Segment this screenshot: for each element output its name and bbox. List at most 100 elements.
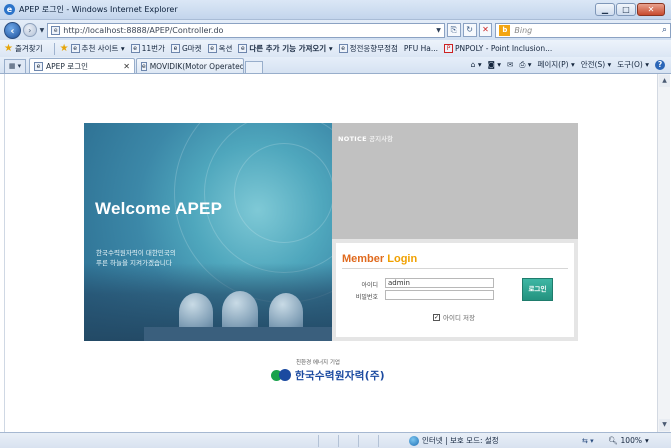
favorite-item-label: PFU Ha...	[403, 44, 439, 53]
login-title-member: Member	[342, 253, 385, 265]
zoom-control[interactable]: 🔍︎ 100% ▾	[608, 436, 649, 445]
page-icon: e	[238, 44, 248, 53]
search-icon[interactable]: ⌕	[662, 25, 670, 35]
notice-title-ko: 공지사항	[369, 135, 394, 143]
window-title: APEP 로그인 - Windows Internet Explorer	[19, 5, 178, 14]
favorites-star-icon: ★	[4, 43, 13, 54]
search-placeholder: Bing	[514, 25, 533, 35]
security-zone-label: 인터넷 | 보호 모드: 설정	[422, 436, 499, 445]
quick-tabs-button[interactable]: ▦ ▾	[4, 59, 26, 73]
favorite-item-gmarket[interactable]: e G마켓	[170, 43, 202, 54]
favorite-item-label: 옥션	[218, 44, 233, 53]
command-bar: ⌂ ▾ ◙ ▾ ✉ ⎙ ▾ 페이지(P) ▾ 안전(S) ▾ 도구(O) ▾ ?	[471, 59, 665, 70]
password-input[interactable]	[385, 290, 494, 300]
address-field[interactable]: e http://localhost:8888/APEP/Controller.…	[47, 22, 445, 38]
hero-subtitle: 한국수력원자력이 대한민국의 푸른 하늘을 지켜가겠습니다	[96, 248, 206, 268]
search-input[interactable]: b Bing ⌕	[495, 22, 671, 38]
divider	[53, 42, 55, 55]
change-status-icon[interactable]: ⇆ ▾	[582, 437, 594, 445]
page-icon: e	[130, 44, 140, 53]
zoom-icon: 🔍︎	[608, 436, 618, 445]
favorite-item-label: 11번가	[141, 44, 165, 53]
page-favicon-icon: e	[51, 25, 61, 35]
save-id-option[interactable]: ✓ 아이디 저장	[433, 312, 475, 322]
notice-title-en: NOTICE	[338, 135, 367, 143]
tab-label: APEP 로그인	[46, 61, 88, 71]
favorite-item-pfu[interactable]: PFU Ha...	[404, 44, 438, 53]
hero-subtitle-line: 푸른 하늘을 지켜가겠습니다	[96, 259, 172, 267]
internet-globe-icon	[409, 435, 419, 446]
tab-favicon-icon: e	[34, 61, 43, 71]
password-label: 비밀번호	[355, 294, 378, 301]
window-titlebar: e APEP 로그인 - Windows Internet Explorer ▁…	[0, 0, 671, 20]
stop-icon[interactable]: ✕	[478, 23, 493, 37]
page-icon: e	[338, 44, 348, 53]
favorite-item-label: PNPOLY - Point Inclusion...	[455, 44, 553, 53]
page-icon: e	[170, 44, 180, 53]
favorite-item-pnpoly[interactable]: P PNPOLY - Point Inclusion...	[444, 44, 552, 53]
history-dropdown-icon[interactable]: ▼	[40, 27, 45, 34]
reactor-dome	[269, 293, 303, 331]
status-cell	[378, 434, 398, 447]
company-tagline: 친환경 에너지 기업	[296, 360, 340, 366]
favorite-item-label: 정전응향무정점	[349, 44, 398, 53]
scroll-down-icon[interactable]: ▼	[659, 419, 670, 431]
notice-title: NOTICE 공지사항	[338, 133, 393, 143]
close-window-button[interactable]: ✕	[637, 3, 665, 16]
page-menu[interactable]: 페이지(P) ▾	[537, 59, 574, 70]
favorites-button[interactable]: ★ 즐겨찾기	[4, 43, 43, 54]
print-icon[interactable]: ⎙ ▾	[519, 60, 531, 70]
reactor-dome	[222, 291, 258, 331]
tab-apep-login[interactable]: e APEP 로그인 ✕	[29, 58, 135, 73]
new-tab-button[interactable]	[245, 61, 263, 73]
favorites-bar: ★ 즐겨찾기 ★ e 추천 사이트 ▾ e 11번가 e G마켓 e 옥션 e 다른 추…	[0, 40, 671, 57]
vertical-scrollbar[interactable]: ▲ ▼	[657, 74, 670, 432]
window-controls: ▁ □ ✕	[595, 3, 665, 16]
address-dropdown-icon[interactable]: ▼	[436, 27, 444, 34]
status-cell	[318, 434, 338, 447]
favorite-item-5[interactable]: e 정전응향무정점	[338, 43, 398, 54]
security-zone[interactable]: 인터넷 | 보호 모드: 설정	[409, 435, 499, 446]
tab-favicon-icon: e	[141, 61, 147, 71]
mail-icon[interactable]: ✉	[507, 60, 513, 69]
khnp-logo-icon	[271, 369, 293, 381]
maximize-button[interactable]: □	[616, 3, 636, 16]
scroll-up-icon[interactable]: ▲	[659, 75, 670, 87]
compatibility-view-icon[interactable]: ⎘	[446, 23, 461, 37]
status-cell	[338, 434, 358, 447]
favorite-item-auction[interactable]: e 옥션	[207, 43, 233, 54]
welcome-heading: Welcome APEP	[95, 199, 223, 218]
page-icon: e	[70, 44, 80, 53]
company-logo: 친환경 에너지 기업 한국수력원자력(주)	[271, 358, 401, 388]
status-bar: 인터넷 | 보호 모드: 설정 ⇆ ▾ 🔍︎ 100% ▾	[0, 432, 671, 448]
bing-logo-icon: b	[499, 24, 511, 36]
page-icon: P	[444, 44, 454, 53]
favorite-item-recommended[interactable]: ★ e 추천 사이트 ▾	[60, 43, 125, 54]
hero-banner: Welcome APEP 한국수력원자력이 대한민국의 푸른 하늘을 지켜가겠습…	[84, 123, 332, 341]
save-id-label: 아이디 저장	[443, 314, 475, 322]
login-panel: Member Login 아이디 admin 비밀번호 로그인 ✓ 아이디 저장	[332, 239, 578, 341]
id-input[interactable]: admin	[385, 278, 494, 288]
zoom-dropdown-icon: ▾	[644, 436, 649, 445]
tab-close-button[interactable]: ✕	[123, 62, 130, 71]
company-name: 한국수력원자력(주)	[295, 370, 385, 382]
help-icon[interactable]: ?	[655, 59, 665, 70]
safety-menu[interactable]: 안전(S) ▾	[581, 59, 612, 70]
favorite-item-addons[interactable]: e 다른 추가 기능 가져오기 ▾	[238, 43, 333, 54]
favorite-item-11st[interactable]: e 11번가	[130, 43, 165, 54]
save-id-checkbox[interactable]: ✓	[433, 313, 440, 321]
status-cells	[318, 434, 398, 447]
login-button[interactable]: 로그인	[522, 278, 553, 301]
add-favorite-icon: ★	[59, 43, 69, 54]
home-icon[interactable]: ⌂ ▾	[471, 60, 482, 69]
back-button[interactable]: ‹	[4, 21, 21, 39]
tools-menu[interactable]: 도구(O) ▾	[617, 59, 649, 70]
tab-label: MOVIDIK(Motor Operated...	[149, 61, 244, 71]
tab-movidik[interactable]: e MOVIDIK(Motor Operated...	[136, 58, 244, 73]
minimize-button[interactable]: ▁	[595, 3, 615, 16]
forward-button[interactable]: ›	[22, 23, 37, 37]
page-icon: e	[207, 44, 217, 53]
feeds-icon[interactable]: ◙ ▾	[488, 60, 501, 69]
notice-panel: NOTICE 공지사항	[332, 123, 578, 239]
refresh-icon[interactable]: ↻	[462, 23, 477, 37]
